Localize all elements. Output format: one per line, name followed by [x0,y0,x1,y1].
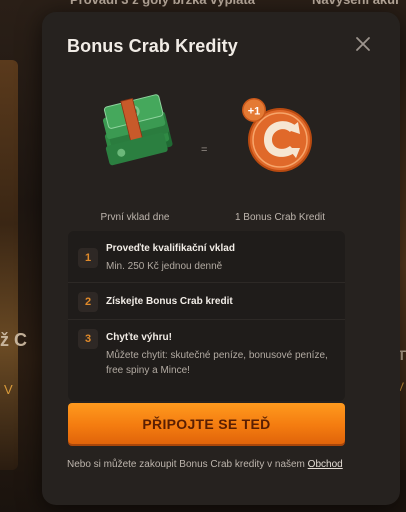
background-card-left [0,60,18,470]
background-card-title: Provádí 3 z gólý brzká výplata [70,0,255,12]
exchange-left-caption: První vklad dne [100,212,170,223]
step-item: 3 Chyťte výhru! Můžete chytit: skutečné … [68,320,345,401]
footer-note: Nebo si můžete zakoupit Bonus Crab kredi… [67,459,367,470]
close-button[interactable] [354,35,372,53]
modal-title: Bonus Crab Kredity [67,36,238,56]
coin-badge: +1 [248,106,261,118]
join-now-button[interactable]: PŘIPOJTE SE TEĎ [68,403,345,444]
step-item: 2 Získejte Bonus Crab kredit [68,283,345,320]
background-card-text: V [4,382,13,397]
step-number: 3 [78,329,98,349]
background-card-text: ž C [0,330,27,350]
steps-list: 1 Proveďte kvalifikační vklad Min. 250 K… [68,231,345,401]
step-item: 1 Proveďte kvalifikační vklad Min. 250 K… [68,231,345,283]
step-description: Můžete chytit: skutečné peníze, bonusové… [106,350,328,376]
shop-link[interactable]: Obchod [308,459,343,470]
crab-claw-coin-image: +1 [242,98,312,172]
background-card-title: Navýšení akur [312,0,400,12]
step-title: Chyťte výhru! [106,332,172,343]
step-title: Získejte Bonus Crab kredit [106,296,233,307]
equals-sign: = [201,144,208,156]
exchange-right-caption: 1 Bonus Crab Kredit [234,212,326,223]
footer-text: Nebo si můžete zakoupit Bonus Crab kredi… [67,459,308,470]
bonus-crab-modal: Bonus Crab Kredity = +1 První vklad dne … [42,12,400,505]
step-number: 2 [78,292,98,312]
step-title: Proveďte kvalifikační vklad [106,243,235,254]
step-number: 1 [78,248,98,268]
close-icon [356,37,370,51]
step-description: Min. 250 Kč jednou denně [106,261,223,272]
money-stack-image [102,94,173,166]
